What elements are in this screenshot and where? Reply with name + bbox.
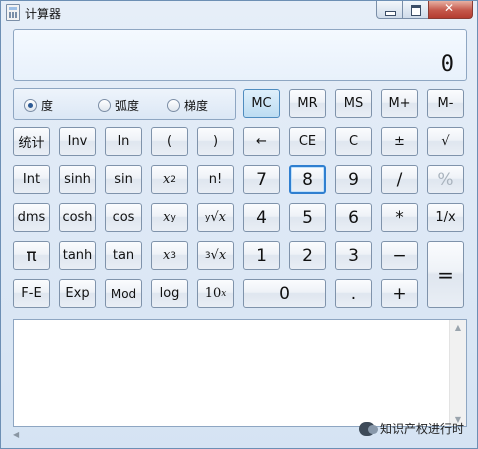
minimize-button[interactable]: [376, 1, 403, 19]
decimal-point-button[interactable]: .: [335, 279, 372, 308]
close-button[interactable]: [428, 1, 473, 19]
radio-degrees[interactable]: 度: [24, 97, 53, 114]
tan-button[interactable]: tan: [105, 241, 142, 270]
ten-power-x-exponent: x: [221, 288, 227, 299]
radio-radians[interactable]: 弧度: [98, 97, 139, 114]
sinh-button[interactable]: sinh: [59, 165, 96, 194]
cube-root-button[interactable]: 3 √ x: [197, 241, 234, 270]
wechat-icon: [359, 421, 378, 436]
add-button[interactable]: +: [381, 279, 418, 308]
divide-button[interactable]: /: [381, 165, 418, 194]
watermark-text: 知识产权进行时: [380, 422, 465, 436]
right-paren-button[interactable]: ): [197, 127, 234, 156]
reciprocal-button[interactable]: 1/x: [427, 203, 464, 232]
y-root-radical: √: [210, 210, 219, 225]
digit-6-button[interactable]: 6: [335, 203, 372, 232]
digit-5-button[interactable]: 5: [289, 203, 326, 232]
x-squared-button[interactable]: x2: [151, 165, 188, 194]
digit-0-button[interactable]: 0: [243, 279, 326, 308]
y-root-button[interactable]: y √ x: [197, 203, 234, 232]
digit-4-button[interactable]: 4: [243, 203, 280, 232]
m-minus-button[interactable]: M-: [427, 89, 464, 118]
window-title: 计算器: [25, 7, 62, 21]
ms-button[interactable]: MS: [335, 89, 372, 118]
m-plus-button[interactable]: M+: [381, 89, 418, 118]
equals-button[interactable]: =: [427, 241, 464, 308]
backspace-button[interactable]: ←: [243, 127, 280, 156]
x-squared-base: x: [162, 172, 171, 187]
factorial-button[interactable]: n!: [197, 165, 234, 194]
cos-button[interactable]: cos: [105, 203, 142, 232]
clear-button[interactable]: C: [335, 127, 372, 156]
log-button[interactable]: log: [151, 279, 188, 308]
x-cubed-exponent: 3: [170, 250, 177, 261]
subtract-button[interactable]: −: [381, 241, 418, 270]
maximize-button[interactable]: [402, 1, 429, 19]
f-e-button[interactable]: F-E: [13, 279, 50, 308]
cube-root-operand: x: [218, 248, 227, 263]
int-button[interactable]: Int: [13, 165, 50, 194]
scroll-left-arrow-icon[interactable]: ◀: [13, 427, 25, 441]
digit-2-button[interactable]: 2: [289, 241, 326, 270]
percent-button[interactable]: %: [427, 165, 464, 194]
digit-9-button[interactable]: 9: [335, 165, 372, 194]
inv-button[interactable]: Inv: [59, 127, 96, 156]
digit-8-button[interactable]: 8: [289, 165, 326, 194]
radio-gradians-indicator[interactable]: [167, 99, 180, 112]
ln-button[interactable]: ln: [105, 127, 142, 156]
x-power-y-base: x: [163, 210, 171, 225]
x-power-y-button[interactable]: xy: [151, 203, 188, 232]
angle-mode-group: 度 弧度 梯度: [13, 88, 236, 120]
pi-button[interactable]: π: [13, 241, 50, 270]
history-panel[interactable]: ▲ ▼: [13, 319, 467, 427]
radio-radians-indicator[interactable]: [98, 99, 111, 112]
x-power-y-exponent: y: [170, 212, 176, 223]
ten-power-x-base: 10: [204, 286, 222, 301]
digit-1-button[interactable]: 1: [243, 241, 280, 270]
cosh-button[interactable]: cosh: [59, 203, 96, 232]
tanh-button[interactable]: tanh: [59, 241, 96, 270]
square-root-button[interactable]: √: [427, 127, 464, 156]
multiply-button[interactable]: *: [381, 203, 418, 232]
calculator-app-icon: [6, 4, 20, 21]
digit-3-button[interactable]: 3: [335, 241, 372, 270]
statistics-button[interactable]: 统计: [13, 127, 50, 156]
ten-power-x-button[interactable]: 10 x: [197, 279, 234, 308]
sin-button[interactable]: sin: [105, 165, 142, 194]
scroll-up-arrow-icon[interactable]: ▲: [450, 320, 466, 334]
calculator-window: 计算器 0 度 弧度 梯度 MC MR MS M+ M- 统计 Inv ln (…: [0, 0, 478, 449]
result-display: 0: [13, 29, 467, 81]
negate-button[interactable]: ±: [381, 127, 418, 156]
title-bar[interactable]: 计算器: [1, 1, 477, 23]
y-root-operand: x: [218, 210, 226, 225]
dms-button[interactable]: dms: [13, 203, 50, 232]
digit-7-button[interactable]: 7: [243, 165, 280, 194]
radio-radians-label: 弧度: [115, 99, 140, 113]
cube-root-radical: √: [210, 248, 219, 263]
mod-button[interactable]: Mod: [105, 279, 142, 308]
x-cubed-base: x: [162, 248, 171, 263]
watermark: 知识产权进行时: [359, 420, 464, 437]
x-cubed-button[interactable]: x3: [151, 241, 188, 270]
history-scrollbar[interactable]: ▲ ▼: [449, 320, 466, 426]
exp-button[interactable]: Exp: [59, 279, 96, 308]
radio-degrees-label: 度: [41, 99, 54, 113]
display-value: 0: [440, 52, 454, 77]
radio-degrees-indicator[interactable]: [24, 99, 37, 112]
radio-gradians-label: 梯度: [184, 99, 209, 113]
radio-gradians[interactable]: 梯度: [167, 97, 208, 114]
left-paren-button[interactable]: (: [151, 127, 188, 156]
x-squared-exponent: 2: [170, 174, 177, 185]
clear-entry-button[interactable]: CE: [289, 127, 326, 156]
mr-button[interactable]: MR: [289, 89, 326, 118]
mc-button[interactable]: MC: [243, 89, 280, 118]
